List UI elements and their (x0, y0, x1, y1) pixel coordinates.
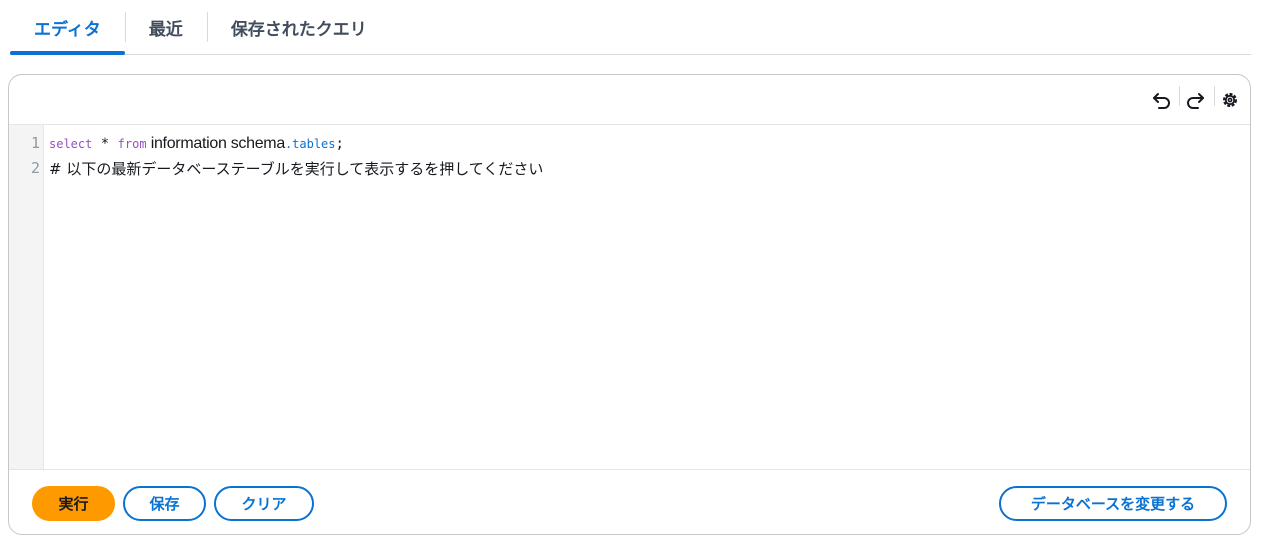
code-line-1: select * from information schema.tables; (49, 133, 344, 153)
change-database-button[interactable]: データベースを変更する (999, 486, 1227, 521)
code-line-2: # 以下の最新データベーステーブルを実行して表示するを押してください (49, 160, 544, 178)
settings-icon (1223, 93, 1237, 107)
tab-editor[interactable]: エディタ (10, 0, 125, 55)
run-button[interactable]: 実行 (32, 486, 115, 521)
tab-bar: エディタ 最近 保存されたクエリ (10, 0, 1251, 55)
query-editor-panel: 1 2 select * from information schema.tab… (8, 74, 1251, 535)
toolbar-divider (1214, 86, 1215, 106)
undo-icon (1153, 93, 1170, 109)
line-number: 1 (30, 134, 40, 152)
editor-footer: 実行 保存 クリア データベースを変更する (9, 470, 1250, 534)
line-number-gutter: 1 2 (9, 125, 44, 469)
redo-button[interactable] (1182, 87, 1208, 113)
sql-identifier: information schema (146, 135, 286, 152)
redo-icon (1187, 93, 1204, 109)
settings-button[interactable] (1217, 87, 1243, 113)
sql-property: .tables (284, 137, 336, 151)
sql-keyword: from (117, 137, 147, 151)
clear-button[interactable]: クリア (214, 486, 314, 521)
code-editor[interactable]: 1 2 select * from information schema.tab… (9, 125, 1250, 470)
tab-saved-queries[interactable]: 保存されたクエリ (206, 0, 391, 54)
tab-recent[interactable]: 最近 (124, 0, 207, 54)
sql-operator: * (92, 136, 118, 152)
toolbar-divider (1179, 86, 1180, 106)
save-button[interactable]: 保存 (123, 486, 206, 521)
undo-button[interactable] (1149, 87, 1175, 113)
editor-toolbar (9, 75, 1250, 125)
line-number: 2 (30, 159, 40, 177)
sql-terminator: ; (335, 136, 344, 152)
sql-keyword: select (49, 137, 93, 151)
